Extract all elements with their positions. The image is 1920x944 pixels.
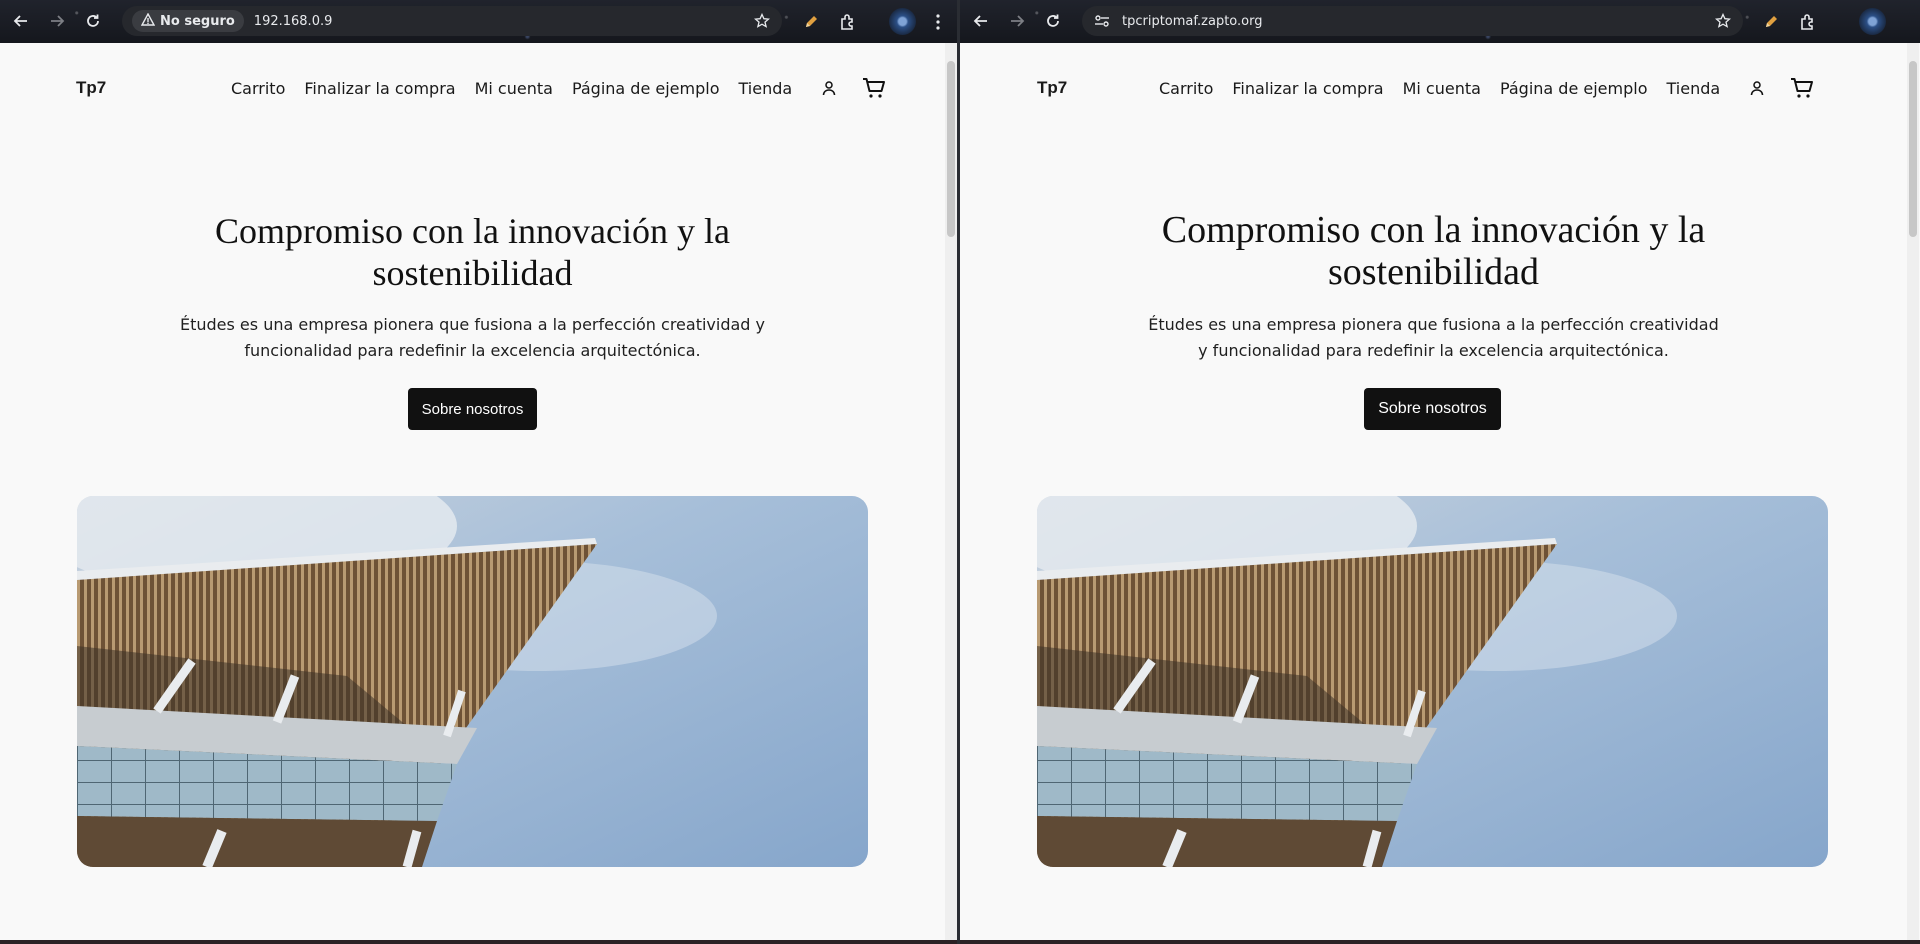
scrollbar-thumb[interactable] [947,61,955,237]
browser-toolbar: tpcriptomaf.zapto.org [960,0,1920,43]
hero-title-line2: sostenibilidad [1327,251,1540,293]
security-chip[interactable]: No seguro [132,10,244,32]
nav-link-pagina-ejemplo[interactable]: Página de ejemplo [1500,79,1648,98]
about-us-button[interactable]: Sobre nosotros [1364,388,1501,430]
url-text[interactable]: 192.168.0.9 [254,14,333,29]
cart-icon[interactable] [862,77,886,99]
site-info-icon[interactable] [1094,14,1110,28]
cart-icon[interactable] [1790,77,1814,99]
reload-icon[interactable] [82,10,104,32]
web-page: Tp7 Carrito Finalizar la compra Mi cuent… [960,43,1907,944]
site-title[interactable]: Tp7 [76,78,106,98]
star-icon[interactable] [753,12,771,34]
forward-arrow-icon[interactable] [46,10,68,32]
hero-description: Études es una empresa pionera que fusion… [1087,312,1780,364]
profile-avatar[interactable] [1859,8,1886,35]
page-scrollbar[interactable] [1907,43,1919,944]
nav-link-tienda[interactable]: Tienda [739,79,793,98]
browser-toolbar: No seguro 192.168.0.9 [0,0,959,43]
window-bottom-edge [0,940,959,944]
profile-avatar[interactable] [889,8,916,35]
pen-icon[interactable] [799,10,823,34]
browser-window-left: No seguro 192.168.0.9 Tp7 Carrito Finali… [0,0,959,944]
hero-description-line2: funcionalidad para redefinir la excelenc… [244,341,701,360]
window-bottom-edge [960,940,1920,944]
warning-icon [140,12,156,30]
site-title[interactable]: Tp7 [1037,78,1067,98]
nav-link-carrito[interactable]: Carrito [231,79,285,98]
web-page: Tp7 Carrito Finalizar la compra Mi cuent… [0,43,945,944]
about-us-button[interactable]: Sobre nosotros [408,388,537,430]
site-navigation: Carrito Finalizar la compra Mi cuenta Pá… [231,77,886,99]
user-account-icon[interactable] [1748,79,1766,97]
nav-link-tienda[interactable]: Tienda [1667,79,1721,98]
extensions-icon[interactable] [1796,10,1820,34]
star-icon[interactable] [1714,12,1732,34]
hero-title-line2: sostenibilidad [372,253,573,293]
hero-title-line1: Compromiso con la innovación y la [215,211,730,251]
hero-description: Études es una empresa pionera que fusion… [120,312,825,364]
address-bar[interactable]: No seguro 192.168.0.9 [122,6,782,36]
back-arrow-icon[interactable] [970,10,992,32]
hero-description-line1: Études es una empresa pionera que fusion… [179,315,766,334]
browser-window-right: tpcriptomaf.zapto.org Tp7 Carrito Finali… [960,0,1920,944]
hero-description-line1: Études es una empresa pionera que fusion… [1148,315,1719,334]
nav-link-finalizar-compra[interactable]: Finalizar la compra [1232,79,1383,98]
hero-image [1037,496,1828,867]
back-arrow-icon[interactable] [10,10,32,32]
nav-link-mi-cuenta[interactable]: Mi cuenta [475,79,553,98]
pen-icon[interactable] [1759,10,1783,34]
security-label: No seguro [160,13,235,29]
reload-icon[interactable] [1042,10,1064,32]
nav-link-mi-cuenta[interactable]: Mi cuenta [1403,79,1481,98]
hero-title: Compromiso con la innovación y la sosten… [960,209,1907,293]
hero-title: Compromiso con la innovación y la sosten… [0,210,945,294]
extensions-icon[interactable] [836,10,860,34]
hero-image [77,496,868,867]
hero-title-line1: Compromiso con la innovación y la [1161,209,1706,251]
nav-link-pagina-ejemplo[interactable]: Página de ejemplo [572,79,720,98]
page-scrollbar[interactable] [945,43,957,944]
more-menu-icon[interactable] [926,10,950,34]
nav-link-carrito[interactable]: Carrito [1159,79,1213,98]
url-text[interactable]: tpcriptomaf.zapto.org [1122,14,1262,29]
address-bar[interactable]: tpcriptomaf.zapto.org [1082,6,1743,36]
forward-arrow-icon[interactable] [1006,10,1028,32]
hero-description-line2: y funcionalidad para redefinir la excele… [1198,341,1669,360]
user-account-icon[interactable] [820,79,838,97]
nav-link-finalizar-compra[interactable]: Finalizar la compra [304,79,455,98]
site-navigation: Carrito Finalizar la compra Mi cuenta Pá… [1159,77,1814,99]
scrollbar-thumb[interactable] [1909,61,1917,237]
